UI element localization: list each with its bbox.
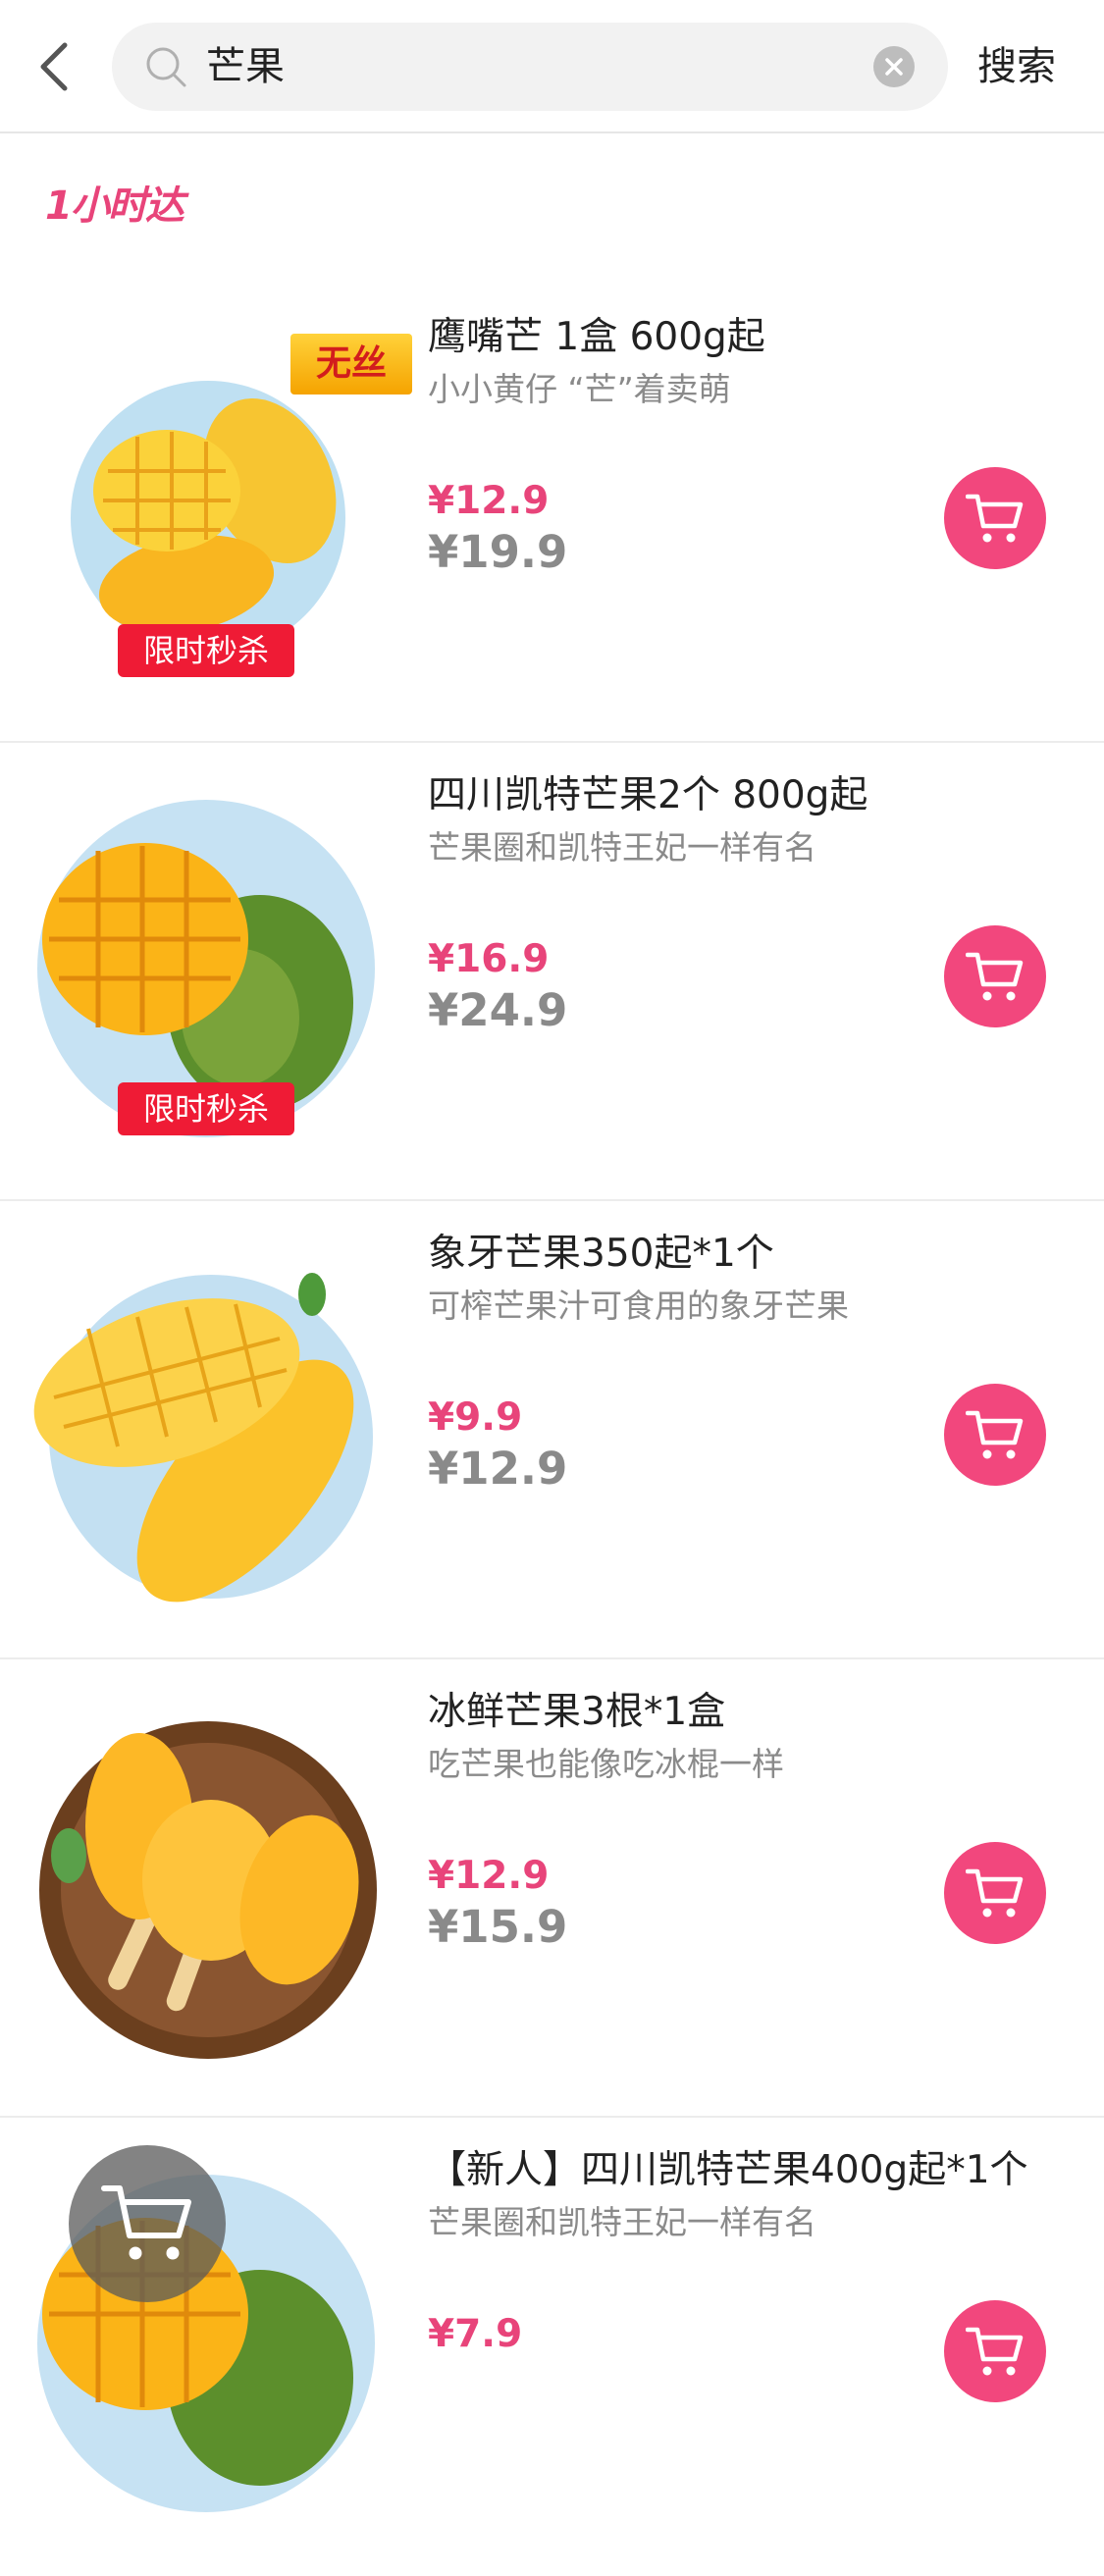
product-original-price: ¥19.9 <box>428 526 568 578</box>
back-button[interactable] <box>29 37 82 96</box>
clear-search-button[interactable] <box>873 46 915 87</box>
cart-icon <box>966 1868 1024 1918</box>
cart-icon <box>966 2327 1024 2376</box>
product-name: 鹰嘴芒 1盒 600g起 <box>428 315 765 359</box>
product-name: 四川凯特芒果2个 800g起 <box>428 773 868 817</box>
floating-cart-button[interactable] <box>69 2145 226 2302</box>
cart-icon <box>966 952 1024 1001</box>
chevron-left-icon <box>40 42 68 91</box>
product-original-price: ¥15.9 <box>428 1901 568 1953</box>
product-price: ¥7.9 <box>428 2312 523 2356</box>
product-image <box>29 1709 383 2062</box>
product-description: 小小黄仔 “芒”着卖萌 <box>428 370 731 408</box>
product-name: 冰鲜芒果3根*1盒 <box>428 1690 726 1734</box>
product-description: 芒果圈和凯特王妃一样有名 <box>428 2203 816 2241</box>
one-hour-delivery-logo: 1小时达 <box>45 184 184 229</box>
add-to-cart-button[interactable] <box>944 925 1046 1027</box>
flash-sale-badge: 限时秒杀 <box>118 1082 294 1135</box>
clear-icon <box>885 58 903 76</box>
add-to-cart-button[interactable] <box>944 2300 1046 2402</box>
product-price: ¥12.9 <box>428 1854 550 1898</box>
product-description: 可榨芒果汁可食用的象牙芒果 <box>428 1287 849 1325</box>
product-image: 无丝 限时秒杀 <box>29 334 412 687</box>
product-card[interactable]: 限时秒杀 四川凯特芒果2个 800g起 芒果圈和凯特王妃一样有名 ¥16.9 ¥… <box>0 743 1104 1201</box>
no-fiber-badge: 无丝 <box>290 334 412 394</box>
product-card[interactable]: 无丝 限时秒杀 鹰嘴芒 1盒 600g起 小小黄仔 “芒”着卖萌 ¥12.9 ¥… <box>0 285 1104 743</box>
product-image <box>29 1250 383 1603</box>
search-bar[interactable]: 芒果 <box>112 23 948 111</box>
search-button[interactable]: 搜索 <box>977 27 1056 106</box>
search-input[interactable]: 芒果 <box>206 23 285 111</box>
cart-icon <box>101 2185 191 2260</box>
product-description: 吃芒果也能像吃冰棍一样 <box>428 1745 784 1783</box>
add-to-cart-button[interactable] <box>944 467 1046 569</box>
product-price: ¥12.9 <box>428 479 550 523</box>
product-original-price: ¥24.9 <box>428 984 568 1036</box>
add-to-cart-button[interactable] <box>944 1384 1046 1486</box>
search-icon <box>146 47 186 87</box>
cart-icon <box>966 494 1024 543</box>
flash-sale-badge: 限时秒杀 <box>118 624 294 677</box>
product-description: 芒果圈和凯特王妃一样有名 <box>428 828 816 867</box>
product-original-price: ¥12.9 <box>428 1443 568 1495</box>
product-card[interactable]: 象牙芒果350起*1个 可榨芒果汁可食用的象牙芒果 ¥9.9 ¥12.9 <box>0 1201 1104 1659</box>
product-price: ¥9.9 <box>428 1395 523 1440</box>
product-price: ¥16.9 <box>428 937 550 981</box>
add-to-cart-button[interactable] <box>944 1842 1046 1944</box>
product-card[interactable]: 冰鲜芒果3根*1盒 吃芒果也能像吃冰棍一样 ¥12.9 ¥15.9 <box>0 1659 1104 2118</box>
top-bar: 芒果 搜索 <box>0 0 1104 133</box>
cart-icon <box>966 1410 1024 1459</box>
product-image: 限时秒杀 <box>29 792 383 1145</box>
product-name: 象牙芒果350起*1个 <box>428 1232 774 1276</box>
product-name: 【新人】四川凯特芒果400g起*1个 <box>428 2148 1028 2192</box>
